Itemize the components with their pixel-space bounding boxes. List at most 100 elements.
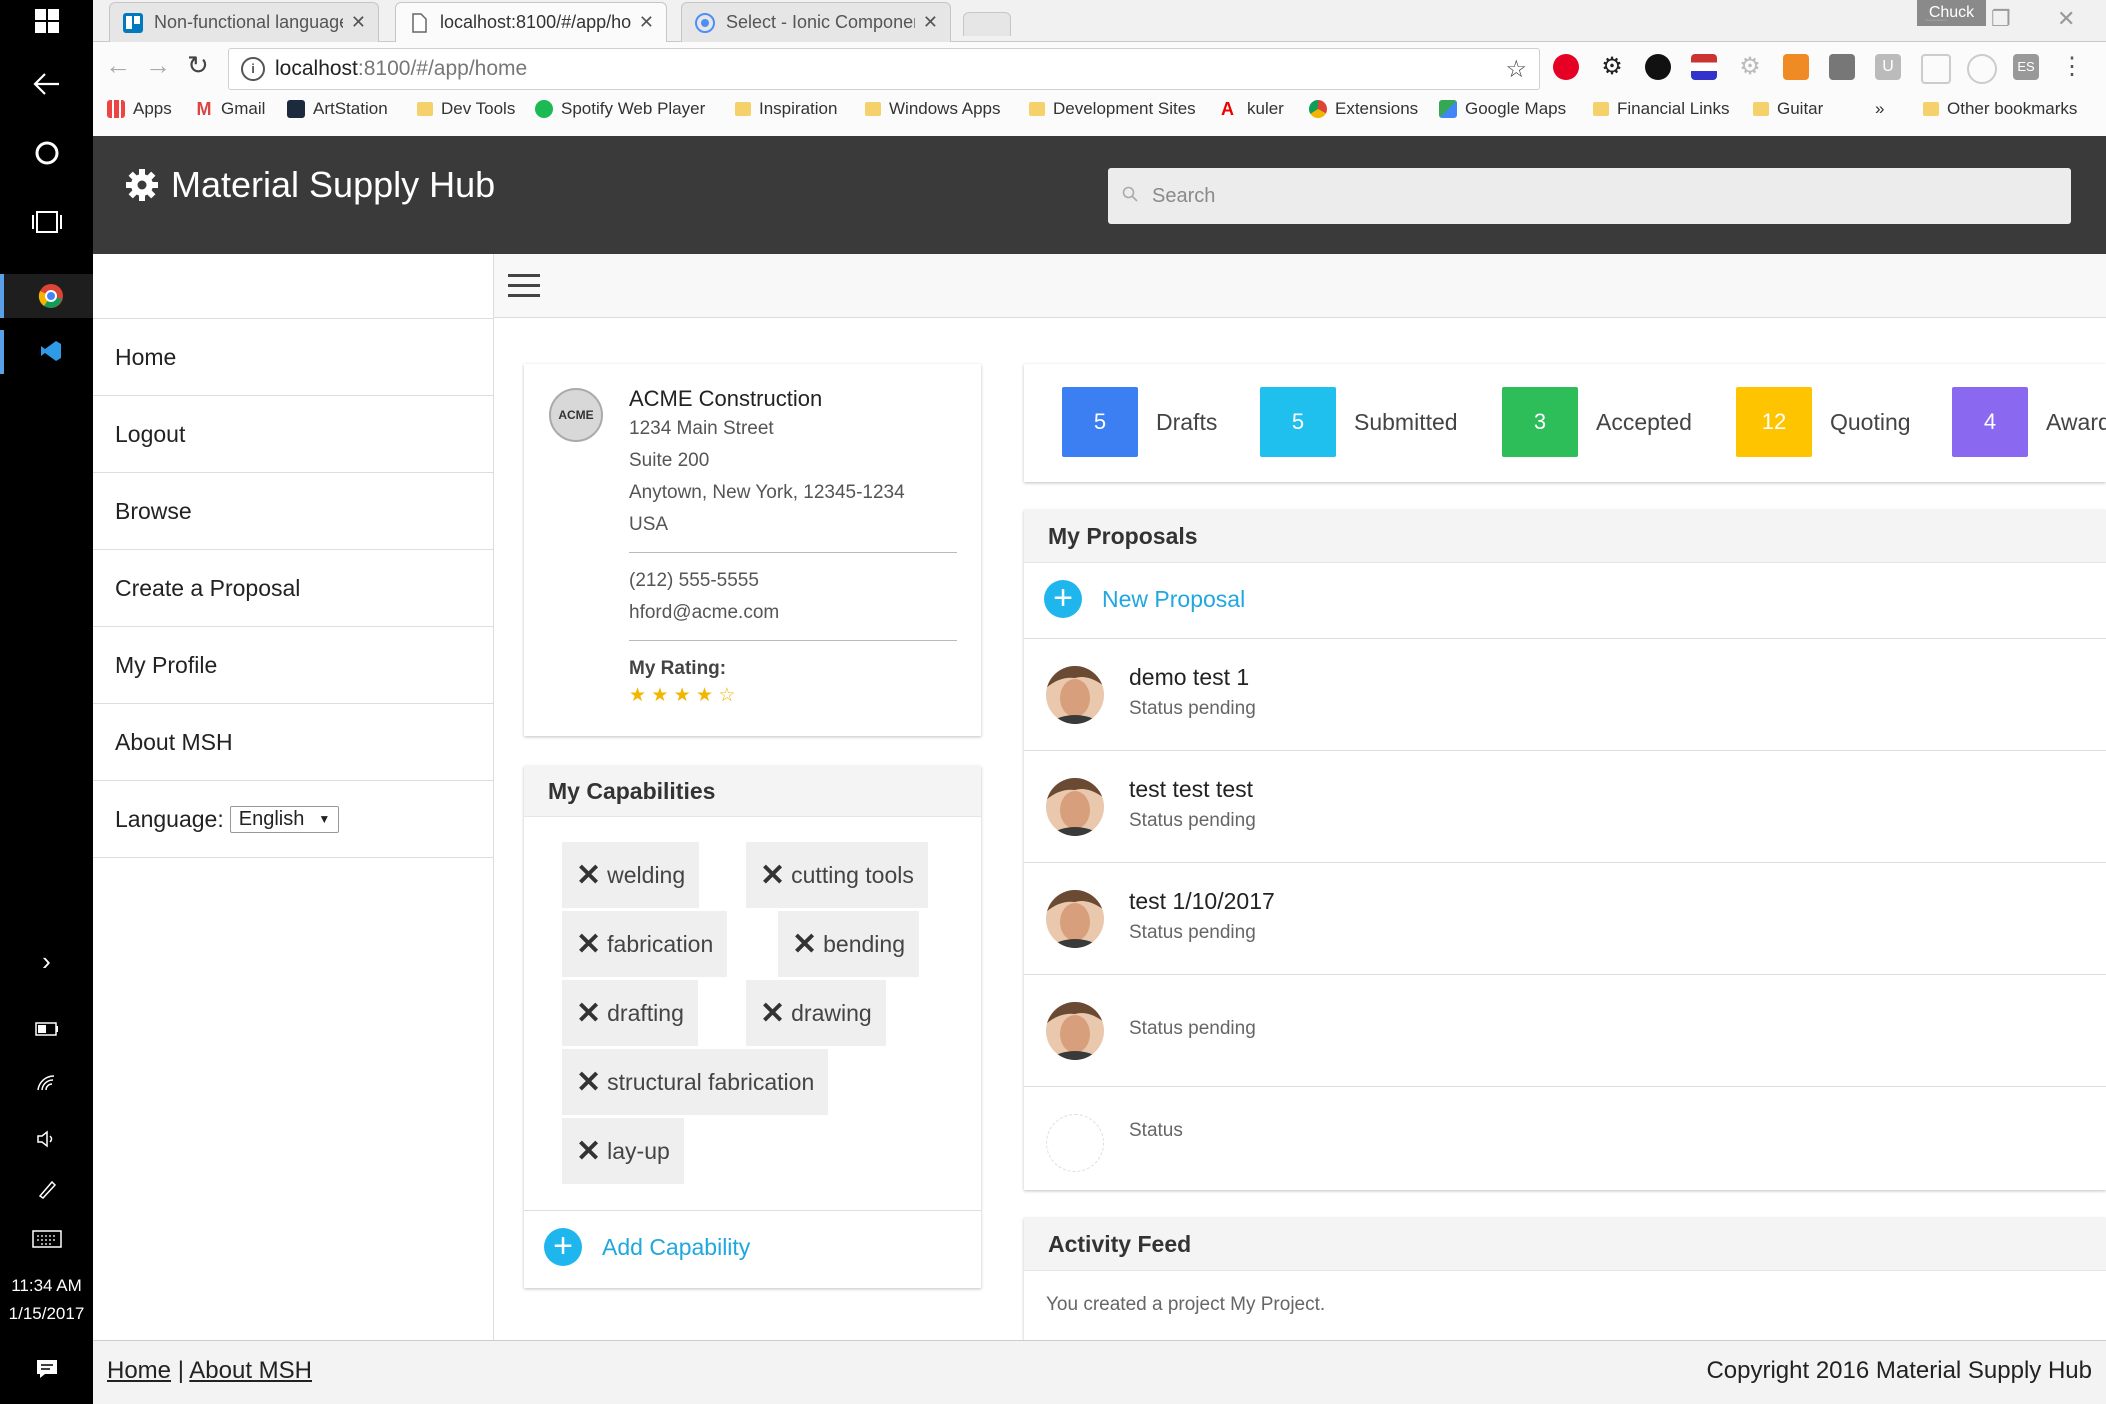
remove-icon[interactable]: ✕ [792, 927, 817, 962]
stat-award[interactable]: 4 Award [1952, 387, 2106, 457]
u-extension-icon[interactable]: U [1875, 54, 1901, 80]
bookmark-kuler[interactable]: A kuler [1221, 94, 1284, 124]
es-extension-icon[interactable]: ES [2013, 54, 2039, 80]
bookmark-spotify[interactable]: Spotify Web Player [535, 94, 705, 124]
volume-icon[interactable] [0, 1122, 93, 1156]
back-icon[interactable]: ← [105, 50, 131, 81]
forward-icon[interactable]: → [145, 50, 171, 81]
app-brand[interactable]: Material Supply Hub [125, 164, 495, 206]
window-close-icon[interactable]: ✕ [2057, 6, 2075, 32]
camera-extension-icon[interactable] [1645, 54, 1671, 80]
proposal-list-item[interactable]: Status [1024, 1086, 2106, 1190]
orange-extension-icon[interactable] [1783, 54, 1809, 80]
proposal-stats-card: 5 Drafts 5 Submitted 3 Accepted 12 Quoti… [1024, 364, 2106, 482]
menu-item-home[interactable]: Home [93, 319, 493, 396]
expand-tray-icon[interactable]: › [0, 946, 93, 977]
bookmark-apps[interactable]: Apps [107, 94, 172, 124]
menu-item-about[interactable]: About MSH [93, 704, 493, 781]
address-bar[interactable]: i localhost:8100/#/app/home ☆ [228, 48, 1540, 90]
circle-extension-icon[interactable] [1967, 54, 1997, 84]
language-select[interactable]: English ▼ [229, 805, 340, 833]
close-icon[interactable]: ✕ [639, 12, 654, 33]
proposal-list-item[interactable]: Status pending [1024, 974, 2106, 1087]
chrome-taskbar-icon[interactable] [0, 274, 97, 318]
bookmark-windows-apps[interactable]: Windows Apps [865, 94, 1001, 124]
address-url[interactable]: localhost:8100/#/app/home [275, 57, 527, 81]
remove-icon[interactable]: ✕ [576, 1134, 601, 1169]
stat-accepted[interactable]: 3 Accepted [1502, 387, 1692, 457]
remove-icon[interactable]: ✕ [576, 1065, 601, 1100]
action-center-icon[interactable] [0, 1354, 93, 1388]
avatar-placeholder [1046, 1114, 1104, 1172]
remove-icon[interactable]: ✕ [576, 996, 601, 1031]
footer-about-link[interactable]: About MSH [189, 1357, 312, 1384]
tab-title: Non-functional language [154, 12, 343, 32]
chip-label: lay-up [607, 1137, 670, 1164]
bookmark-label: Apps [133, 99, 172, 118]
browser-tab-3[interactable]: Select - Ionic Componen ✕ [681, 2, 951, 42]
menu-item-browse[interactable]: Browse [93, 473, 493, 550]
proposal-list-item[interactable]: test 1/10/2017 Status pending [1024, 862, 2106, 975]
close-icon[interactable]: ✕ [351, 12, 366, 33]
hamburger-menu-icon[interactable] [508, 274, 540, 304]
add-capability-button[interactable]: + Add Capability [544, 1228, 750, 1266]
bookmark-google-maps[interactable]: Google Maps [1439, 94, 1566, 124]
proposal-title: test 1/10/2017 [1129, 888, 1275, 914]
windows-start-icon[interactable] [0, 8, 93, 42]
close-icon[interactable]: ✕ [923, 12, 938, 33]
stat-label: Submitted [1354, 408, 1458, 435]
flag-extension-icon[interactable] [1691, 54, 1717, 80]
bookmark-guitar[interactable]: Guitar [1753, 94, 1823, 124]
new-tab-button[interactable] [963, 12, 1011, 36]
bookmark-extensions[interactable]: Extensions [1309, 94, 1418, 124]
cortana-icon[interactable] [0, 140, 93, 174]
taskbar-clock-time[interactable]: 11:34 AM [0, 1272, 93, 1300]
menu-item-logout[interactable]: Logout [93, 396, 493, 473]
stat-drafts[interactable]: 5 Drafts [1062, 387, 1217, 457]
activity-header: Activity Feed [1024, 1218, 2106, 1271]
menu-item-my-profile[interactable]: My Profile [93, 627, 493, 704]
remove-icon[interactable]: ✕ [576, 927, 601, 962]
minimize-icon[interactable]: — [1925, 6, 1947, 32]
restore-icon[interactable]: ❐ [1991, 6, 2011, 32]
bookmark-other-bookmarks[interactable]: Other bookmarks [1923, 94, 2077, 124]
grid-extension-icon[interactable] [1921, 54, 1951, 84]
vscode-taskbar-icon[interactable] [0, 330, 97, 374]
bookmarks-overflow-button[interactable]: » [1875, 94, 1884, 124]
pen-icon[interactable] [0, 1174, 93, 1208]
site-info-icon[interactable]: i [241, 57, 265, 81]
new-proposal-button[interactable]: + New Proposal [1044, 580, 1245, 618]
pinterest-icon[interactable] [1553, 54, 1579, 80]
proposal-list-item[interactable]: test test test Status pending [1024, 750, 2106, 863]
chrome-menu-icon[interactable]: ⋮ [2059, 54, 2085, 80]
proposal-list-item[interactable]: demo test 1 Status pending [1024, 638, 2106, 751]
menu-item-create-proposal[interactable]: Create a Proposal [93, 550, 493, 627]
keyboard-icon[interactable] [0, 1222, 93, 1256]
footer-home-link[interactable]: Home [107, 1357, 171, 1384]
bookmark-star-icon[interactable]: ☆ [1505, 55, 1527, 84]
remove-icon[interactable]: ✕ [760, 996, 785, 1031]
back-arrow-icon[interactable] [0, 70, 93, 104]
search-input[interactable]: Search [1108, 168, 2071, 224]
stat-submitted[interactable]: 5 Submitted [1260, 387, 1458, 457]
reload-icon[interactable]: ↻ [187, 50, 209, 81]
bookmark-inspiration[interactable]: Inspiration [735, 94, 837, 124]
wifi-icon[interactable] [0, 1066, 93, 1100]
browser-toolbar: ← → ↻ i localhost:8100/#/app/home ☆ ⚙ ⚙ … [93, 42, 2106, 136]
bookmark-artstation[interactable]: ArtStation [287, 94, 388, 124]
gear-disabled-icon[interactable]: ⚙ [1737, 54, 1763, 80]
battery-icon[interactable] [0, 1010, 93, 1044]
browser-tab-2[interactable]: localhost:8100/#/app/ho ✕ [395, 2, 667, 42]
remove-icon[interactable]: ✕ [760, 858, 785, 893]
remove-icon[interactable]: ✕ [576, 858, 601, 893]
browser-tab-1[interactable]: Non-functional language ✕ [109, 2, 379, 42]
bookmark-financial-links[interactable]: Financial Links [1593, 94, 1729, 124]
bookmark-dev-tools[interactable]: Dev Tools [417, 94, 515, 124]
bookmark-development-sites[interactable]: Development Sites [1029, 94, 1196, 124]
taskbar-clock-date[interactable]: 1/15/2017 [0, 1300, 93, 1328]
task-view-icon[interactable] [0, 208, 93, 242]
gray-extension-icon[interactable] [1829, 54, 1855, 80]
bookmark-gmail[interactable]: M Gmail [195, 94, 266, 124]
gear-extension-icon[interactable]: ⚙ [1599, 54, 1625, 80]
stat-quoting[interactable]: 12 Quoting [1736, 387, 1911, 457]
